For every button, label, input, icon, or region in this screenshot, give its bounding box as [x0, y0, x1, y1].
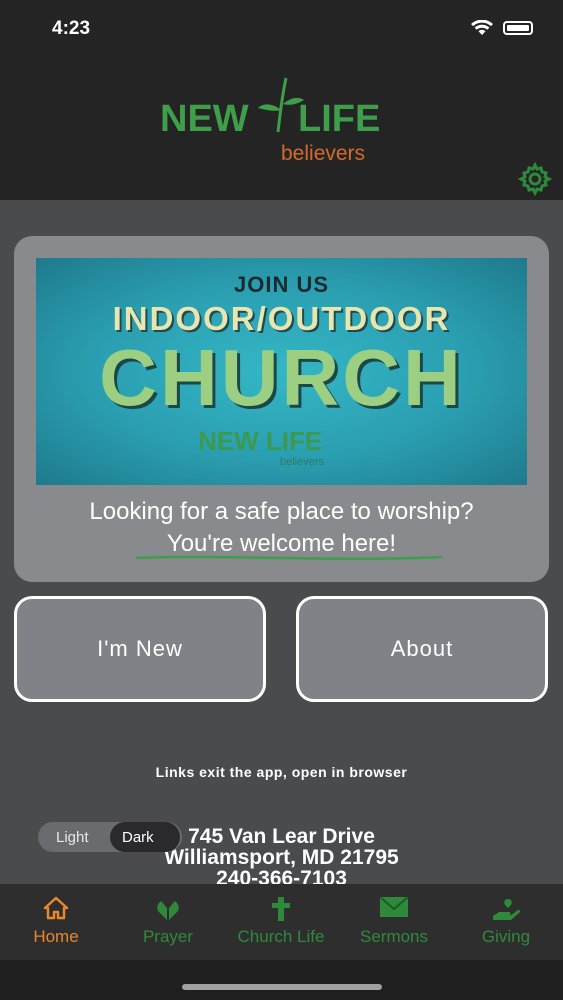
im-new-button[interactable]: I'm New	[14, 596, 266, 702]
tab-sermons[interactable]: Sermons	[338, 884, 450, 960]
banner-logo-sub: believers	[280, 456, 325, 468]
theme-toggle[interactable]: Light Dark	[38, 822, 182, 852]
status-time: 4:23	[52, 18, 91, 39]
about-button[interactable]: About	[296, 596, 548, 702]
links-note: Links exit the app, open in browser	[155, 764, 408, 780]
envelope-icon	[379, 896, 409, 917]
status-icons	[471, 20, 533, 36]
tab-sermons-label: Sermons	[359, 927, 429, 946]
banner-logo-text: NEW LIFE	[198, 426, 323, 456]
home-icon	[43, 896, 69, 920]
tab-giving-label: Giving	[481, 927, 531, 946]
tab-church-life-label: Church Life	[237, 927, 325, 946]
banner-church-text: CHURCH	[99, 333, 464, 422]
tab-home[interactable]: Home	[0, 884, 112, 960]
main-content: JOIN US INDOOR/OUTDOOR CHURCH NEW LIFE b…	[0, 200, 563, 889]
event-banner-image[interactable]: JOIN US INDOOR/OUTDOOR CHURCH NEW LIFE b…	[36, 258, 527, 485]
tab-church-life[interactable]: Church Life	[225, 884, 337, 960]
underline-decoration	[135, 555, 443, 560]
logo-new-text: NEW	[160, 98, 249, 140]
praying-hands-icon	[157, 901, 179, 920]
gear-icon[interactable]	[517, 161, 553, 197]
cross-icon	[272, 897, 290, 921]
tab-prayer-label: Prayer	[142, 927, 194, 946]
giving-hand-icon	[493, 899, 521, 920]
wifi-icon	[471, 20, 493, 36]
toggle-dark-option[interactable]: Dark	[122, 829, 154, 846]
welcome-card[interactable]: JOIN US INDOOR/OUTDOOR CHURCH NEW LIFE b…	[14, 236, 549, 582]
tab-giving[interactable]: Giving	[450, 884, 562, 960]
battery-icon	[503, 21, 533, 35]
home-indicator[interactable]	[182, 984, 382, 990]
card-tagline: Looking for a safe place to worship?	[89, 498, 474, 525]
tab-home-label: Home	[33, 927, 79, 946]
banner-join-text: JOIN US	[233, 272, 330, 297]
status-bar: 4:23	[0, 0, 563, 58]
toggle-light-option[interactable]: Light	[56, 829, 89, 846]
logo-life-text: LIFE	[298, 98, 381, 140]
logo-believers-text: believers	[281, 142, 366, 165]
tab-prayer[interactable]: Prayer	[112, 884, 224, 960]
bottom-tab-bar: Home Prayer Church Life Sermons Giving	[0, 884, 563, 960]
church-logo: NEW LIFE believers	[160, 68, 405, 165]
home-indicator-area	[0, 960, 563, 1000]
app-header: NEW LIFE believers	[0, 58, 563, 200]
